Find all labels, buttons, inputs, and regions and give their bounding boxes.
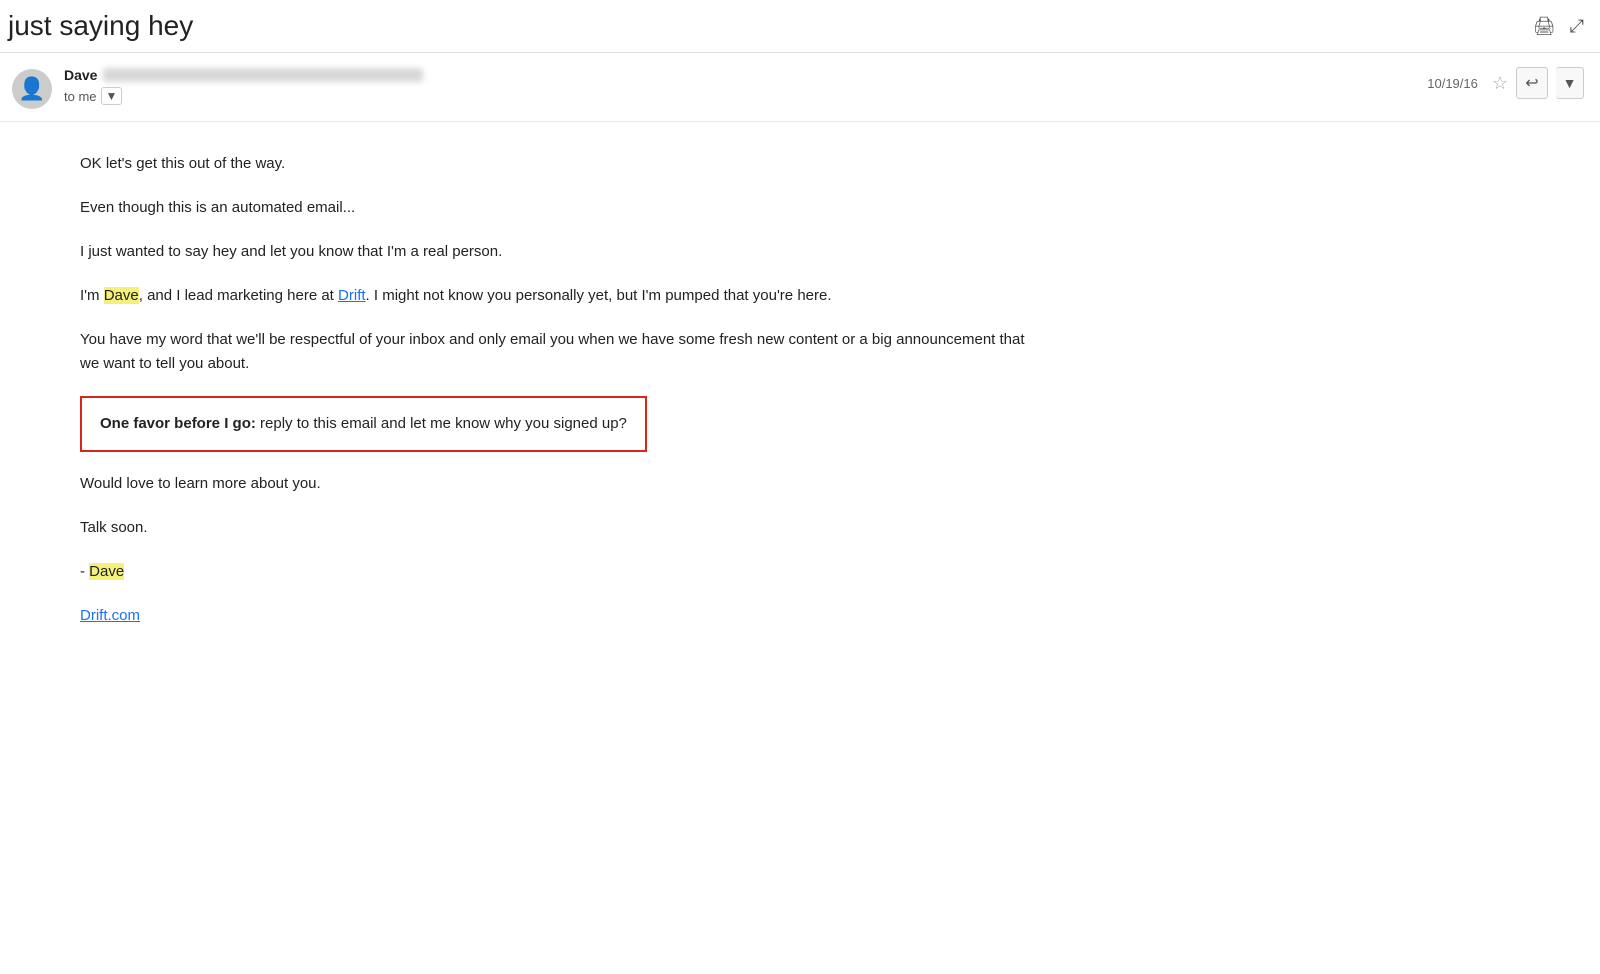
sender-section: 👤 Dave to me ▼: [12, 67, 423, 109]
drift-link-para: Drift.com: [80, 604, 1040, 628]
sig-prefix: -: [80, 563, 89, 580]
sig-name: Dave: [89, 563, 124, 580]
sender-name: Dave: [64, 67, 97, 83]
drift-link[interactable]: Drift: [338, 287, 366, 304]
top-bar: just saying hey 🖨 ⤢: [0, 0, 1600, 53]
para4-dave-highlight: Dave: [104, 287, 139, 304]
header-action-icons: ☆ ↩ ▼: [1492, 67, 1584, 99]
top-icons: 🖨 ⤢: [1533, 16, 1584, 37]
print-icon[interactable]: 🖨: [1533, 16, 1556, 37]
para4-middle: , and I lead marketing here at: [139, 287, 338, 304]
para-3: I just wanted to say hey and let you kno…: [80, 240, 1040, 264]
cta-regular-text: reply to this email and let me know why …: [256, 415, 627, 432]
para-5: You have my word that we'll be respectfu…: [80, 328, 1040, 376]
cta-box: One favor before I go: reply to this ema…: [80, 396, 647, 452]
signature: - Dave: [80, 560, 1040, 584]
para-4: I'm Dave, and I lead marketing here at D…: [80, 284, 1040, 308]
email-date: 10/19/16: [1427, 76, 1478, 91]
sender-email-blurred: [103, 68, 423, 82]
header-right: 10/19/16 ☆ ↩ ▼: [1427, 67, 1584, 99]
drift-website-link[interactable]: Drift.com: [80, 607, 140, 624]
para-1: OK let's get this out of the way.: [80, 152, 1040, 176]
to-me-row: to me ▼: [64, 87, 423, 105]
para-7: Talk soon.: [80, 516, 1040, 540]
avatar: 👤: [12, 69, 52, 109]
email-header: 👤 Dave to me ▼ 10/19/16 ☆ ↩ ▼: [0, 53, 1600, 122]
para4-prefix: I'm: [80, 287, 104, 304]
cta-bold-text: One favor before I go:: [100, 415, 256, 432]
person-icon: 👤: [18, 76, 45, 102]
sender-name-row: Dave: [64, 67, 423, 83]
star-icon[interactable]: ☆: [1492, 73, 1508, 94]
popout-icon[interactable]: ⤢: [1570, 16, 1584, 37]
email-subject: just saying hey: [8, 10, 193, 42]
para-2: Even though this is an automated email..…: [80, 196, 1040, 220]
email-body: OK let's get this out of the way. Even t…: [0, 122, 1100, 688]
cta-content: One favor before I go: reply to this ema…: [100, 415, 627, 432]
para-6: Would love to learn more about you.: [80, 472, 1040, 496]
para4-suffix: . I might not know you personally yet, b…: [366, 287, 832, 304]
reply-button[interactable]: ↩: [1516, 67, 1548, 99]
sender-info: Dave to me ▼: [64, 67, 423, 105]
to-label: to me: [64, 89, 97, 104]
more-button[interactable]: ▼: [1556, 67, 1584, 99]
to-me-dropdown[interactable]: ▼: [101, 87, 123, 105]
